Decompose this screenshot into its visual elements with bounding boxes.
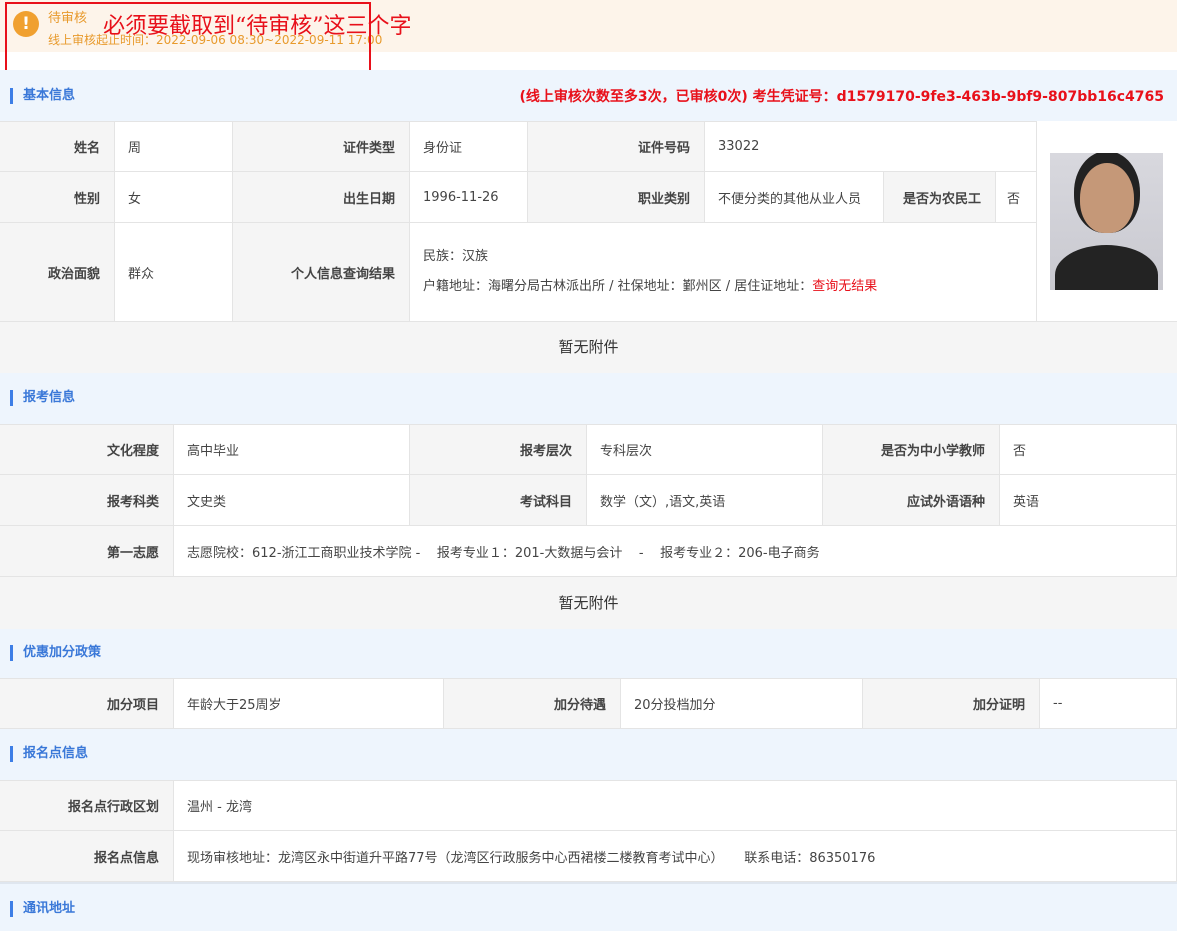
site-info-label: 报名点信息 [0,831,174,882]
level-label: 报考层次 [410,424,587,475]
annotation-text: 必须要截取到“待审核”这三个字 [103,14,412,39]
language-label: 应试外语语种 [823,475,1000,526]
site-region-label: 报名点行政区划 [0,780,174,831]
query-result-value: 民族：汉族 户籍地址：海曙分局古林派出所 / 社保地址：鄞州区 / 居住证地址：… [410,223,1037,322]
education-value: 高中毕业 [174,424,410,475]
bonus-table: 加分项目 年龄大于25周岁 加分待遇 20分投档加分 加分证明 -- [0,678,1177,729]
teacher-value: 否 [1000,424,1177,475]
category-value: 文史类 [174,475,410,526]
site-region-value: 温州 - 龙湾 [174,780,1177,831]
address-no-result: 查询无结果 [812,279,878,294]
bonus-proof-value: -- [1040,678,1177,729]
ethnic-text: 民族：汉族 [423,249,489,264]
section-title: 报考信息 [10,390,75,406]
teacher-label: 是否为中小学教师 [823,424,1000,475]
section-title: 基本信息 [10,88,75,104]
name-label: 姓名 [0,121,115,172]
gender-value: 女 [115,172,233,223]
candidate-photo [1050,153,1163,290]
first-choice-label: 第一志愿 [0,526,174,577]
id-type-value: 身份证 [410,121,528,172]
section-bonus-policy: 优惠加分政策 [0,629,1177,678]
photo-cell [1037,122,1177,322]
bonus-item-value: 年龄大于25周岁 [174,678,444,729]
political-label: 政治面貌 [0,223,115,322]
bonus-treatment-value: 20分投档加分 [621,678,863,729]
no-attachment-exam: 暂无附件 [0,577,1177,629]
site-table: 报名点行政区划 温州 - 龙湾 报名点信息 现场审核地址：龙湾区永中街道升平路7… [0,780,1177,882]
education-label: 文化程度 [0,424,174,475]
basic-info-table: 姓名 周 证件类型 身份证 证件号码 33022 性别 女 出生日期 1996-… [0,121,1177,322]
id-type-label: 证件类型 [233,121,410,172]
political-value: 群众 [115,223,233,322]
section-title: 优惠加分政策 [10,645,101,661]
bonus-item-label: 加分项目 [0,678,174,729]
no-attachment-basic: 暂无附件 [0,322,1177,373]
photo-body-shape [1055,245,1158,290]
bonus-treatment-label: 加分待遇 [444,678,621,729]
migrant-worker-value: 否 [996,172,1037,223]
section-registration-site: 报名点信息 [0,729,1177,780]
section-title: 报名点信息 [10,746,88,762]
section-contact-address: 通讯地址 [0,882,1177,931]
birth-value: 1996-11-26 [410,172,528,223]
id-number-value: 33022 [705,121,1037,172]
language-value: 英语 [1000,475,1177,526]
address-line: 户籍地址：海曙分局古林派出所 / 社保地址：鄞州区 / 居住证地址：查询无结果 [423,272,877,302]
job-value: 不便分类的其他从业人员 [705,172,884,223]
section-basic-info: 基本信息 (线上审核次数至多3次，已审核0次) 考生凭证号：d1579170-9… [0,70,1177,121]
job-label: 职业类别 [528,172,705,223]
level-value: 专科层次 [587,424,823,475]
section-exam-info: 报考信息 [0,373,1177,424]
site-info-value: 现场审核地址：龙湾区永中街道升平路77号（龙湾区行政服务中心西裙楼二楼教育考试中… [174,831,1177,882]
category-label: 报考科类 [0,475,174,526]
subjects-value: 数学（文）,语文,英语 [587,475,823,526]
name-value: 周 [115,121,233,172]
section-title: 通讯地址 [10,901,75,917]
migrant-worker-label: 是否为农民工 [884,172,996,223]
birth-label: 出生日期 [233,172,410,223]
id-number-label: 证件号码 [528,121,705,172]
first-choice-value: 志愿院校：612-浙江工商职业技术学院 - 报考专业１：201-大数据与会计 -… [174,526,1177,577]
query-result-label: 个人信息查询结果 [233,223,410,322]
review-count-and-ticket: (线上审核次数至多3次，已审核0次) 考生凭证号：d1579170-9fe3-4… [519,89,1164,105]
photo-head-shape [1080,163,1134,233]
bonus-proof-label: 加分证明 [863,678,1040,729]
exam-info-table: 文化程度 高中毕业 报考层次 专科层次 是否为中小学教师 否 报考科类 文史类 … [0,424,1177,577]
gender-label: 性别 [0,172,115,223]
subjects-label: 考试科目 [410,475,587,526]
address-text: 户籍地址：海曙分局古林派出所 / 社保地址：鄞州区 / 居住证地址： [423,279,813,294]
